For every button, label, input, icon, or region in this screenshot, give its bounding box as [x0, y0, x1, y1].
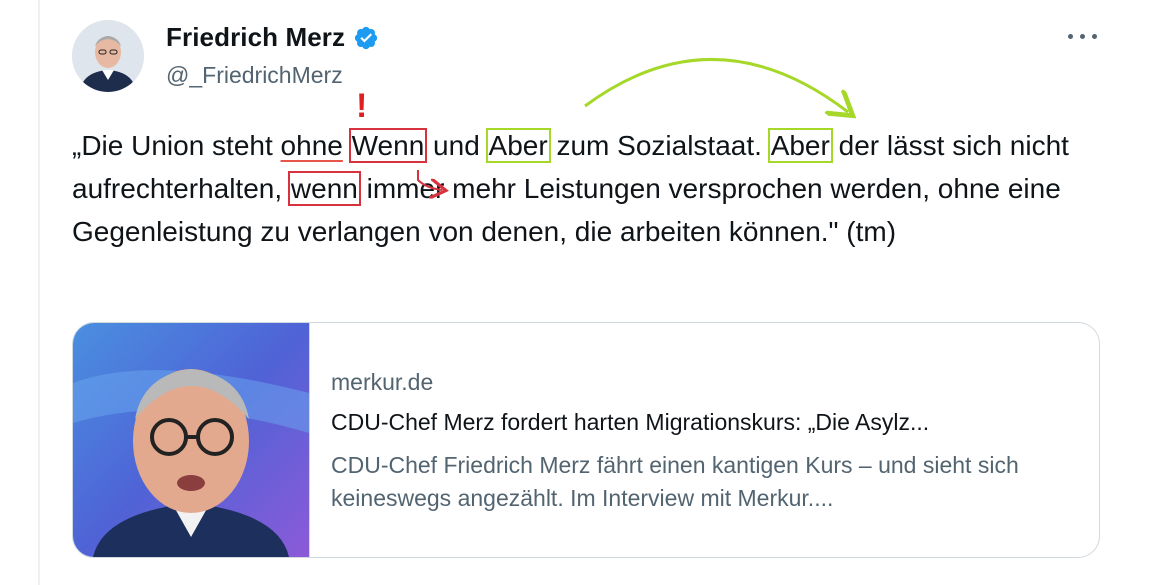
avatar[interactable]: [72, 20, 144, 92]
text-segment: [343, 130, 351, 161]
more-options-button[interactable]: [1066, 24, 1100, 48]
green-highlight-aber-1: Aber: [485, 128, 551, 163]
text-segment: „Die Union steht: [72, 130, 281, 161]
underlined-word-ohne: ohne: [280, 130, 343, 161]
green-highlight-aber-2: Aber: [767, 128, 833, 163]
link-title: CDU-Chef Merz fordert harten Migrationsk…: [331, 409, 930, 435]
red-highlight-wenn-2: wenn: [287, 171, 361, 206]
exclamation-mark: !: [356, 87, 367, 125]
user-handle[interactable]: @_FriedrichMerz: [166, 62, 343, 89]
link-description: CDU-Chef Friedrich Merz fährt einen kant…: [331, 452, 1019, 511]
green-arrow: [584, 58, 848, 112]
text-segment: und: [425, 130, 488, 161]
tweet-text: „Die Union steht ohne Wenn und Aber zum …: [72, 124, 1112, 253]
display-name[interactable]: Friedrich Merz: [166, 22, 345, 53]
text-segment: zum Sozialstaat.: [548, 130, 770, 161]
card-divider: [309, 323, 310, 557]
link-preview-card[interactable]: merkur.de CDU-Chef Merz fordert harten M…: [72, 322, 1100, 558]
verified-badge-icon: [353, 25, 379, 51]
red-highlight-wenn-1: Wenn: [348, 128, 428, 163]
left-border-line: [38, 0, 40, 585]
article-thumbnail: [73, 323, 309, 557]
link-domain: merkur.de: [331, 369, 434, 395]
